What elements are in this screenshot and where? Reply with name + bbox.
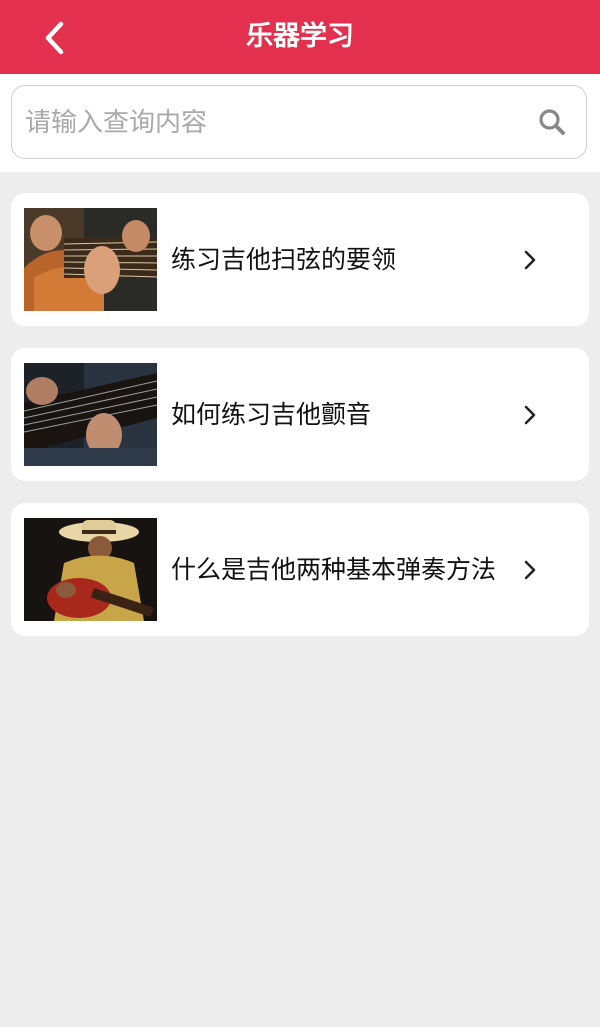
- chevron-right-icon: [524, 405, 536, 425]
- guitar-player-hat-photo: [24, 518, 157, 621]
- article-title: 什么是吉他两种基本弹奏方法: [171, 554, 497, 584]
- page-title: 乐器学习: [246, 21, 354, 52]
- search-icon: [539, 109, 565, 135]
- chevron-right-icon: [524, 250, 536, 270]
- top-bar: 乐器学习: [0, 0, 600, 74]
- guitar-strumming-photo: [24, 208, 157, 311]
- article-title: 练习吉他扫弦的要领: [171, 244, 397, 274]
- list-item[interactable]: 如何练习吉他颤音: [11, 348, 589, 481]
- search-button[interactable]: [536, 106, 568, 138]
- search-box: [11, 85, 587, 159]
- search-input[interactable]: [23, 87, 527, 159]
- list-item[interactable]: 什么是吉他两种基本弹奏方法: [11, 503, 589, 636]
- article-title: 如何练习吉他颤音: [171, 399, 372, 429]
- guitar-vibrato-photo: [24, 363, 157, 466]
- article-list: 练习吉他扫弦的要领 如何练习吉他颤音 什么是吉他两种基本弹奏方法: [11, 193, 589, 658]
- list-item[interactable]: 练习吉他扫弦的要领: [11, 193, 589, 326]
- chevron-right-icon: [524, 560, 536, 580]
- search-area: [0, 74, 600, 172]
